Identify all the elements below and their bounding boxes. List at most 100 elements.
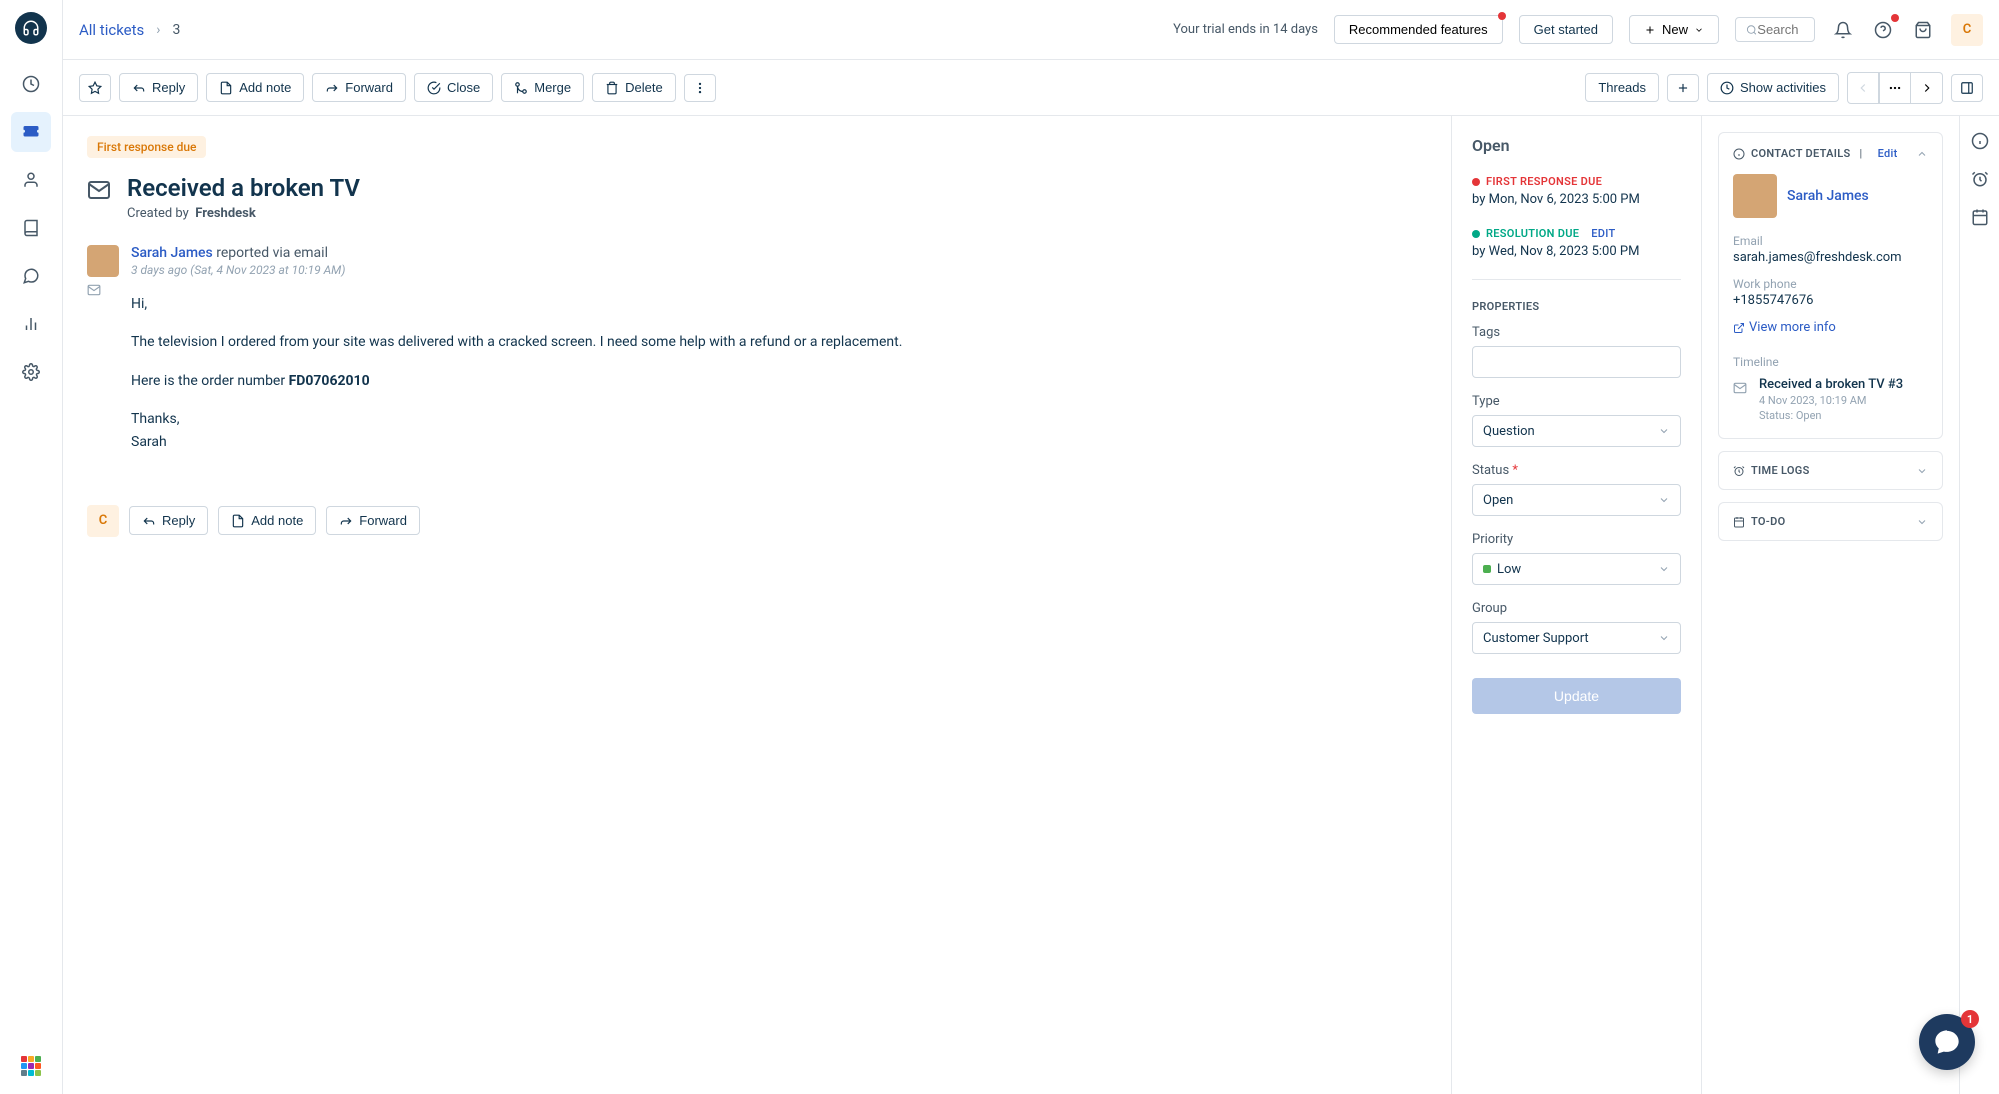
priority-label: Priority <box>1472 532 1681 547</box>
rail-calendar-icon[interactable] <box>1971 208 1989 226</box>
activity-icon <box>1720 81 1734 95</box>
email-label: Email <box>1733 234 1928 248</box>
recommended-features-button[interactable]: Recommended features <box>1334 15 1503 44</box>
green-dot-icon <box>1472 230 1480 238</box>
show-activities-button[interactable]: Show activities <box>1707 73 1839 102</box>
app-switcher-icon[interactable] <box>19 1054 43 1078</box>
help-icon[interactable] <box>1871 18 1895 42</box>
threads-button[interactable]: Threads <box>1585 73 1659 102</box>
merge-icon <box>514 81 528 95</box>
notifications-icon[interactable] <box>1831 18 1855 42</box>
get-started-button[interactable]: Get started <box>1519 15 1613 44</box>
nav-contacts[interactable] <box>11 160 51 200</box>
reply-inline-button[interactable]: Reply <box>129 506 208 535</box>
expand-button[interactable] <box>1951 74 1983 102</box>
message-header: Sarah James reported via email <box>131 245 1427 261</box>
group-label: Group <box>1472 601 1681 616</box>
prev-ticket-button[interactable] <box>1847 72 1879 104</box>
group-select[interactable]: Customer Support <box>1472 622 1681 654</box>
forward-inline-button[interactable]: Forward <box>326 506 420 535</box>
add-thread-button[interactable] <box>1667 74 1699 102</box>
rail-info-icon[interactable] <box>1971 132 1989 150</box>
marketplace-icon[interactable] <box>1911 18 1935 42</box>
merge-button[interactable]: Merge <box>501 73 584 102</box>
note-icon <box>219 81 233 95</box>
search-input[interactable] <box>1757 22 1804 37</box>
forward-icon <box>325 81 339 95</box>
nav-tickets[interactable] <box>11 112 51 152</box>
search-box[interactable] <box>1735 17 1815 42</box>
trash-icon <box>605 81 619 95</box>
status-select[interactable]: Open <box>1472 484 1681 516</box>
status-label: Status * <box>1472 463 1681 478</box>
type-select[interactable]: Question <box>1472 415 1681 447</box>
close-button[interactable]: Close <box>414 73 493 102</box>
update-button[interactable]: Update <box>1472 678 1681 714</box>
chat-fab[interactable]: 1 <box>1919 1014 1975 1070</box>
more-nav-button[interactable] <box>1879 72 1911 104</box>
contact-name-link[interactable]: Sarah James <box>1787 188 1869 204</box>
plus-icon <box>1676 81 1690 95</box>
reply-avatar: C <box>87 505 119 537</box>
edit-contact-link[interactable]: Edit <box>1878 147 1898 160</box>
breadcrumb: All tickets › 3 <box>79 21 180 39</box>
timeline-item-status: Status: Open <box>1759 409 1903 422</box>
nav-solutions[interactable] <box>11 208 51 248</box>
resolution-value: by Wed, Nov 8, 2023 5:00 PM <box>1472 244 1681 259</box>
chevron-down-icon <box>1916 465 1928 477</box>
tags-input[interactable] <box>1472 346 1681 378</box>
nav-analytics[interactable] <box>11 304 51 344</box>
timeline-label: Timeline <box>1733 355 1928 369</box>
more-actions-button[interactable] <box>684 74 716 102</box>
notification-dot-icon <box>1891 14 1899 22</box>
priority-select[interactable]: Low <box>1472 553 1681 585</box>
status-badge: First response due <box>87 136 206 158</box>
forward-button[interactable]: Forward <box>312 73 406 102</box>
resolution-label: RESOLUTION DUEEdit <box>1472 227 1681 240</box>
nav-settings[interactable] <box>11 352 51 392</box>
chevron-down-icon <box>1916 516 1928 528</box>
chevron-up-icon[interactable] <box>1916 148 1928 160</box>
check-circle-icon <box>427 81 441 95</box>
chevron-down-icon <box>1658 632 1670 644</box>
add-note-inline-button[interactable]: Add note <box>218 506 316 535</box>
chevron-down-icon <box>1694 25 1704 35</box>
todo-panel[interactable]: TO-DO <box>1718 502 1943 541</box>
mail-icon <box>1733 381 1749 397</box>
reply-button[interactable]: Reply <box>119 73 198 102</box>
star-icon <box>88 81 102 95</box>
sender-link[interactable]: Sarah James <box>131 245 213 261</box>
message-body: Hi, The television I ordered from your s… <box>131 293 1427 453</box>
nav-dashboard[interactable] <box>11 64 51 104</box>
next-ticket-button[interactable] <box>1911 72 1943 104</box>
message-time: 3 days ago (Sat, 4 Nov 2023 at 10:19 AM) <box>131 263 1427 277</box>
ticket-created-by: Created by Freshdesk <box>127 206 360 221</box>
properties-section-label: PROPERTIES <box>1472 300 1681 313</box>
search-icon <box>1746 23 1757 37</box>
status-heading: Open <box>1472 136 1681 155</box>
view-more-link[interactable]: View more info <box>1733 320 1928 335</box>
rail-stopwatch-icon[interactable] <box>1971 170 1989 188</box>
star-button[interactable] <box>79 74 111 102</box>
chevron-left-icon <box>1856 81 1870 95</box>
timeline-item-title[interactable]: Received a broken TV #3 <box>1759 377 1903 392</box>
sender-avatar <box>87 245 119 277</box>
reply-icon <box>132 81 146 95</box>
first-response-value: by Mon, Nov 6, 2023 5:00 PM <box>1472 192 1681 207</box>
reply-icon <box>142 514 156 528</box>
user-avatar[interactable]: C <box>1951 14 1983 46</box>
red-dot-icon <box>1472 178 1480 186</box>
app-logo[interactable] <box>15 12 47 44</box>
nav-forums[interactable] <box>11 256 51 296</box>
delete-button[interactable]: Delete <box>592 73 676 102</box>
new-button[interactable]: New <box>1629 15 1719 44</box>
add-note-button[interactable]: Add note <box>206 73 304 102</box>
chat-badge: 1 <box>1961 1010 1979 1028</box>
mail-icon <box>87 178 111 202</box>
breadcrumb-link[interactable]: All tickets <box>79 21 144 39</box>
phone-value: +1855747676 <box>1733 293 1928 308</box>
time-logs-panel[interactable]: TIME LOGS <box>1718 451 1943 490</box>
calendar-icon <box>1733 516 1745 528</box>
contact-avatar <box>1733 174 1777 218</box>
edit-resolution-link[interactable]: Edit <box>1591 227 1615 240</box>
